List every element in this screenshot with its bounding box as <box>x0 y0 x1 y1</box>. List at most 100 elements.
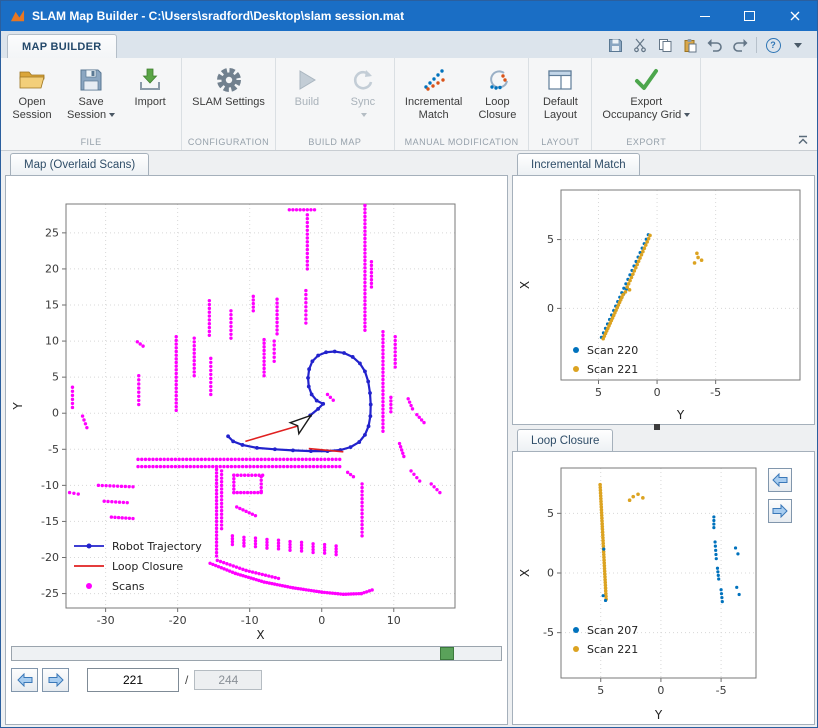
sync-icon <box>351 64 375 96</box>
scan-slider-handle[interactable] <box>440 647 454 660</box>
svg-text:-10: -10 <box>41 479 59 492</box>
arrow-left-icon <box>17 673 33 687</box>
previous-scan-button[interactable] <box>11 668 38 692</box>
folder-open-icon <box>18 64 46 96</box>
svg-text:Loop Closure: Loop Closure <box>112 560 183 573</box>
svg-text:0: 0 <box>654 386 661 399</box>
svg-text:Y: Y <box>654 708 663 722</box>
svg-text:15: 15 <box>45 299 59 312</box>
svg-text:5: 5 <box>547 233 554 246</box>
panel-splitter-grip[interactable] <box>654 424 660 430</box>
section-label-export: EXPORT <box>595 136 697 150</box>
gear-icon <box>215 64 243 96</box>
export-occupancy-grid-button[interactable]: ExportOccupancy Grid <box>596 61 696 123</box>
scan-navigation: / 244 <box>11 668 262 692</box>
toolbar-options-button[interactable] <box>789 36 807 54</box>
next-scan-button[interactable] <box>42 668 69 692</box>
previous-loop-closure-button[interactable] <box>768 468 792 492</box>
help-button[interactable]: ? <box>764 36 782 54</box>
maximize-button[interactable] <box>727 1 772 31</box>
arrow-right-icon <box>48 673 64 687</box>
svg-text:-15: -15 <box>41 515 59 528</box>
slam-settings-button[interactable]: SLAM Settings <box>186 61 271 110</box>
quick-access-toolbar: ? <box>606 36 817 58</box>
minimize-button[interactable] <box>682 1 727 31</box>
import-button[interactable]: Import <box>123 61 177 110</box>
dropdown-arrow-icon <box>361 113 367 117</box>
svg-text:X: X <box>256 628 264 642</box>
redo-icon[interactable] <box>731 36 749 54</box>
svg-text:-5: -5 <box>710 386 721 399</box>
toolbar-separator <box>756 37 757 53</box>
incremental-match-chart[interactable]: 50-505YXScan 220Scan 221 <box>515 178 812 424</box>
import-icon <box>138 64 162 96</box>
undo-icon[interactable] <box>706 36 724 54</box>
paste-icon[interactable] <box>681 36 699 54</box>
tab-map-builder[interactable]: MAP BUILDER <box>7 34 117 58</box>
next-loop-closure-button[interactable] <box>768 499 792 523</box>
svg-text:20: 20 <box>45 262 59 275</box>
svg-text:-25: -25 <box>41 587 59 600</box>
svg-text:Scan 207: Scan 207 <box>587 624 638 637</box>
map-panel-body: -30-20-10010-25-20-15-10-50510152025XYRo… <box>5 175 508 725</box>
dropdown-arrow-icon <box>109 113 115 117</box>
floppy-save-icon <box>78 64 104 96</box>
incremental-match-panel: Incremental Match 50-505YXScan 220Scan 2… <box>512 153 815 425</box>
save-session-button[interactable]: SaveSession <box>61 61 121 123</box>
sync-button: Sync <box>336 61 390 123</box>
loop-closure-icon <box>484 64 510 96</box>
svg-text:0: 0 <box>318 614 325 627</box>
total-scans-field: 244 <box>194 670 262 690</box>
matlab-app-icon <box>10 9 25 24</box>
svg-text:10: 10 <box>45 335 59 348</box>
collapse-toolstrip-icon[interactable] <box>797 132 809 150</box>
cut-icon[interactable] <box>631 36 649 54</box>
svg-text:10: 10 <box>387 614 401 627</box>
svg-text:-5: -5 <box>716 684 727 697</box>
tab-incremental-match[interactable]: Incremental Match <box>517 153 640 175</box>
loop-closure-navigation <box>768 468 792 523</box>
default-layout-button[interactable]: DefaultLayout <box>533 61 587 123</box>
copy-icon[interactable] <box>656 36 674 54</box>
scan-count-separator: / <box>185 673 188 687</box>
window-title: SLAM Map Builder - C:\Users\sradford\Des… <box>32 9 404 23</box>
save-icon[interactable] <box>606 36 624 54</box>
svg-text:0: 0 <box>657 684 664 697</box>
section-export: ExportOccupancy Grid EXPORT <box>592 58 701 150</box>
svg-text:5: 5 <box>52 371 59 384</box>
chevron-down-icon <box>794 43 802 48</box>
map-panel: Map (Overlaid Scans) -30-20-10010-25-20-… <box>5 153 508 725</box>
tab-map-overlaid-scans[interactable]: Map (Overlaid Scans) <box>10 153 149 175</box>
titlebar: SLAM Map Builder - C:\Users\sradford\Des… <box>1 1 817 31</box>
section-label-configuration: CONFIGURATION <box>185 136 272 150</box>
close-button[interactable] <box>772 1 817 31</box>
map-chart[interactable]: -30-20-10010-25-20-15-10-50510152025XYRo… <box>8 178 503 644</box>
current-scan-input[interactable] <box>87 668 179 692</box>
svg-text:-20: -20 <box>169 614 187 627</box>
tab-loop-closure[interactable]: Loop Closure <box>517 429 613 451</box>
arrow-right-icon <box>772 504 788 518</box>
loop-closure-panel-body: 50-550-5YXScan 207Scan 221 <box>512 451 815 725</box>
svg-text:Robot Trajectory: Robot Trajectory <box>112 540 202 553</box>
section-file: OpenSession SaveSession Import FILE <box>1 58 182 150</box>
maximize-icon <box>744 11 755 21</box>
svg-text:5: 5 <box>597 684 604 697</box>
loop-closure-button[interactable]: LoopClosure <box>470 61 524 123</box>
open-session-button[interactable]: OpenSession <box>5 61 59 123</box>
checkmark-icon <box>632 64 660 96</box>
svg-text:0: 0 <box>52 407 59 420</box>
section-label-file: FILE <box>4 136 178 150</box>
toolstrip: OpenSession SaveSession Import FILE <box>1 58 817 151</box>
scan-slider-track[interactable] <box>11 646 502 661</box>
section-label-build-map: BUILD MAP <box>279 136 391 150</box>
dropdown-arrow-icon <box>684 113 690 117</box>
section-configuration: SLAM Settings CONFIGURATION <box>182 58 276 150</box>
svg-text:0: 0 <box>547 302 554 315</box>
minimize-icon <box>700 16 710 17</box>
incremental-match-button[interactable]: IncrementalMatch <box>399 61 468 123</box>
svg-text:Y: Y <box>11 402 25 411</box>
arrow-left-icon <box>772 473 788 487</box>
svg-text:Scan 221: Scan 221 <box>587 643 638 656</box>
svg-text:Scan 220: Scan 220 <box>587 344 638 357</box>
svg-text:Scans: Scans <box>112 580 145 593</box>
